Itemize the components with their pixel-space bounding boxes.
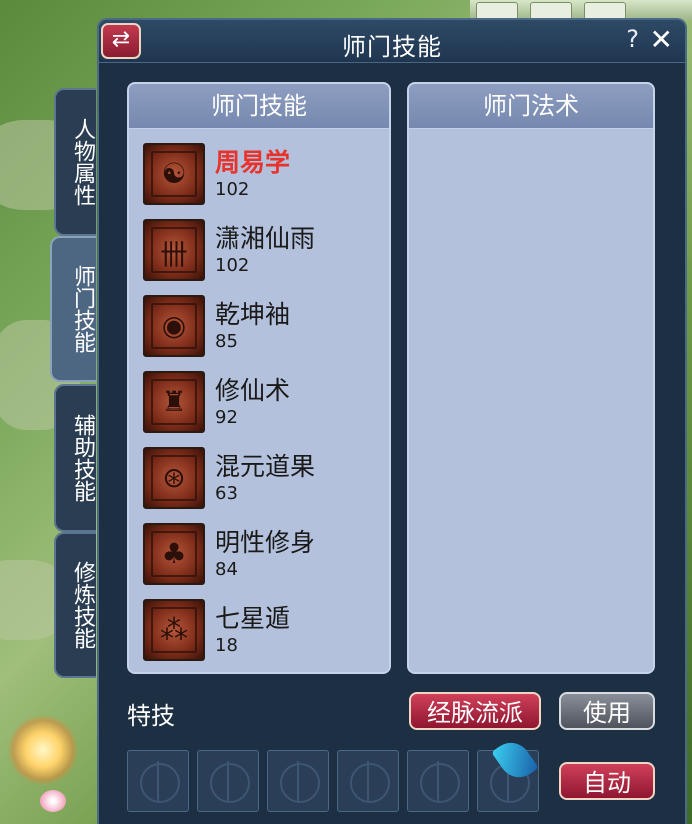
panel-header: 师门法术 (409, 84, 653, 129)
skill-level: 63 (215, 483, 238, 504)
skill-name: 七星遁 (215, 604, 291, 633)
taiji-icon[interactable]: ☯ (143, 143, 205, 205)
skills-window: ⇄ 师门技能 ? ✕ 师门技能 ☯ 周易学 102 卌 潇湘仙雨 102 ◉ 乾… (97, 18, 687, 824)
background-building (470, 0, 692, 20)
flower-decoration (40, 790, 66, 812)
special-skill-slot[interactable] (407, 750, 469, 812)
help-icon[interactable]: ? (626, 25, 639, 53)
spell-list (409, 129, 653, 672)
skill-level: 84 (215, 559, 238, 580)
skill-name: 修仙术 (215, 376, 291, 405)
skill-name: 明性修身 (215, 528, 316, 557)
skill-level: 102 (215, 255, 250, 276)
skill-level: 85 (215, 331, 238, 352)
special-skill-slot[interactable] (127, 750, 189, 812)
skill-list: ☯ 周易学 102 卌 潇湘仙雨 102 ◉ 乾坤袖 85 ♜ 修仙术 92 ⊛ (129, 129, 389, 672)
meridian-school-button[interactable]: 经脉流派 (409, 692, 541, 730)
tree-icon[interactable]: ♣ (143, 523, 205, 585)
tab-sect-skills[interactable]: 师门技能 (50, 236, 96, 382)
special-skill-label: 特技 (127, 702, 175, 730)
tab-character-attributes[interactable]: 人物属性 (54, 88, 96, 236)
special-skill-slot[interactable] (337, 750, 399, 812)
skill-item[interactable]: ♜ 修仙术 92 (143, 369, 383, 441)
skill-name: 潇湘仙雨 (215, 224, 316, 253)
star-icon[interactable]: ⁂ (143, 599, 205, 661)
window-title: 师门技能 (342, 33, 442, 61)
rain-icon[interactable]: 卌 (143, 219, 205, 281)
skill-level: 92 (215, 407, 238, 428)
skill-level: 18 (215, 635, 238, 656)
close-icon[interactable]: ✕ (650, 23, 673, 56)
special-skill-slot[interactable] (197, 750, 259, 812)
sect-spells-panel: 师门法术 (407, 82, 655, 674)
panel-header: 师门技能 (129, 84, 389, 129)
turtle-icon[interactable]: ♜ (143, 371, 205, 433)
skill-item[interactable]: ♣ 明性修身 84 (143, 521, 383, 593)
skill-name: 周易学 (215, 148, 291, 177)
auto-button[interactable]: 自动 (559, 762, 655, 800)
title-bar: ⇄ 师门技能 ? ✕ (99, 20, 685, 63)
sparkle-effect (8, 715, 78, 785)
skill-level: 102 (215, 179, 250, 200)
special-skill-slot[interactable] (267, 750, 329, 812)
skill-item[interactable]: ☯ 周易学 102 (143, 141, 383, 213)
skill-item[interactable]: ◉ 乾坤袖 85 (143, 293, 383, 365)
orb-icon[interactable]: ⊛ (143, 447, 205, 509)
tab-cultivation-skills[interactable]: 修炼技能 (54, 532, 96, 678)
skill-name: 混元道果 (215, 452, 316, 481)
sect-skills-panel: 师门技能 ☯ 周易学 102 卌 潇湘仙雨 102 ◉ 乾坤袖 85 ♜ 修仙术… (127, 82, 391, 674)
tab-auxiliary-skills[interactable]: 辅助技能 (54, 384, 96, 532)
skill-item[interactable]: 卌 潇湘仙雨 102 (143, 217, 383, 289)
use-button[interactable]: 使用 (559, 692, 655, 730)
sleeve-icon[interactable]: ◉ (143, 295, 205, 357)
skill-name: 乾坤袖 (215, 300, 291, 329)
skill-item[interactable]: ⊛ 混元道果 63 (143, 445, 383, 517)
skill-item[interactable]: ⁂ 七星遁 18 (143, 597, 383, 669)
